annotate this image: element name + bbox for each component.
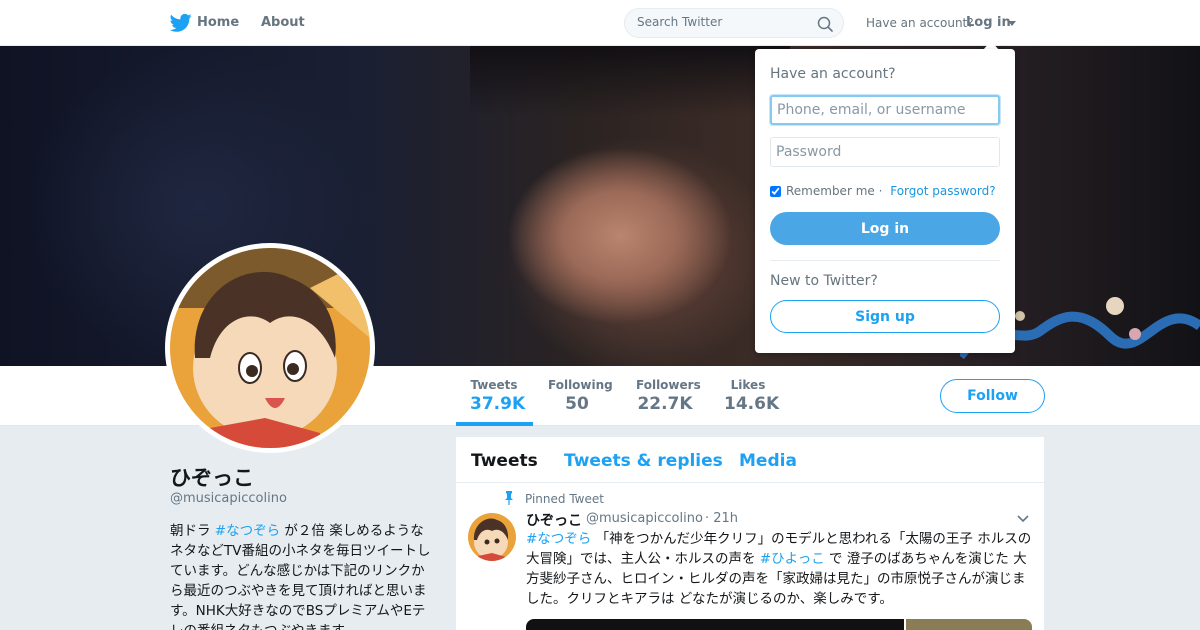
stat-followers[interactable]: Followers 22.7K: [636, 378, 701, 414]
follow-button[interactable]: Follow: [940, 379, 1045, 413]
tweet-hashtag-link[interactable]: #ひよっこ: [760, 551, 825, 567]
tweet-media-image[interactable]: [906, 619, 1032, 630]
banner-shadow: [470, 46, 790, 116]
nav-about-link[interactable]: About: [261, 15, 305, 30]
stat-tweets[interactable]: Tweets 37.9K: [470, 378, 526, 414]
login-button[interactable]: Log in: [770, 212, 1000, 245]
forgot-password-link[interactable]: Forgot password?: [890, 184, 995, 198]
bio-text: 朝ドラ: [170, 523, 215, 539]
username-field[interactable]: [770, 95, 1000, 125]
stat-label: Followers: [636, 378, 701, 392]
nav-home-link[interactable]: Home: [197, 15, 239, 30]
tweet-hashtag-link[interactable]: #なつぞら: [526, 531, 591, 547]
remember-me-checkbox[interactable]: [770, 185, 781, 197]
stat-value: 37.9K: [470, 394, 526, 414]
tab-media[interactable]: Media: [739, 451, 797, 471]
chevron-down-icon[interactable]: [1017, 515, 1029, 523]
profile-bio: 朝ドラ #なつぞら が２倍 楽しめるようなネタなどTV番組の小ネタを毎日ツイート…: [170, 521, 435, 630]
search-input[interactable]: [637, 15, 807, 29]
profile-handle[interactable]: @musicapiccolino: [170, 491, 287, 506]
remember-me-label[interactable]: Remember me: [786, 184, 875, 198]
stat-following[interactable]: Following 50: [548, 378, 613, 414]
timeline: Tweets Tweets & replies Media Pinned Twe…: [456, 437, 1044, 630]
profile-display-name[interactable]: ひぞっこ: [170, 462, 254, 492]
pin-icon: [505, 491, 513, 505]
tweet-avatar-illustration: [468, 513, 516, 561]
stat-likes[interactable]: Likes 14.6K: [724, 378, 780, 414]
stat-label: Following: [548, 378, 613, 392]
search-icon[interactable]: [817, 16, 833, 32]
active-stat-underline: [456, 422, 533, 426]
tweet-author-name[interactable]: ひぞっこ: [526, 510, 582, 530]
search-box: [624, 8, 844, 38]
top-nav: Home About Have an account? Log in: [0, 0, 1200, 46]
stat-label: Likes: [730, 378, 766, 392]
stat-label: Tweets: [470, 378, 518, 392]
stat-value: 14.6K: [724, 394, 780, 414]
login-dropdown: Have an account? Remember me · Forgot pa…: [755, 49, 1015, 353]
dropdown-title: Have an account?: [770, 66, 896, 82]
tab-tweets-replies[interactable]: Tweets & replies: [564, 451, 723, 471]
tweet-avatar[interactable]: [468, 513, 516, 561]
timeline-tabs: Tweets Tweets & replies Media: [456, 437, 1044, 483]
new-to-twitter-label: New to Twitter?: [770, 273, 878, 289]
bio-hashtag-link[interactable]: #なつぞら: [215, 523, 280, 539]
stat-value: 50: [565, 394, 589, 414]
separator-dot: ·: [874, 184, 887, 198]
signup-button[interactable]: Sign up: [770, 300, 1000, 333]
stat-value: 22.7K: [637, 394, 693, 414]
pinned-tweet-label: Pinned Tweet: [525, 492, 604, 506]
tweet-author-handle[interactable]: @musicapiccolino: [586, 511, 703, 526]
twitter-bird-icon[interactable]: [170, 13, 192, 33]
password-field[interactable]: [770, 137, 1000, 167]
login-link[interactable]: Log in: [966, 15, 1011, 30]
avatar-illustration: [170, 248, 370, 448]
dropdown-divider: [770, 260, 1000, 261]
tweet-text: #なつぞら 「神をつかんだ少年クリフ」のモデルと思われる「太陽の王子 ホルスの大…: [526, 529, 1034, 609]
have-account-label: Have an account?: [866, 16, 974, 30]
tweet-media-image[interactable]: [526, 619, 904, 630]
remember-me-row: Remember me · Forgot password?: [770, 184, 996, 198]
profile-avatar[interactable]: [165, 243, 375, 453]
chevron-down-icon[interactable]: [1008, 21, 1016, 26]
tab-tweets[interactable]: Tweets: [471, 451, 538, 471]
tweet-timestamp[interactable]: · 21h: [705, 511, 738, 526]
bio-text: が２倍 楽しめるようなネタなどTV番組の小ネタを毎日ツイートしています。どんな感…: [170, 523, 431, 630]
